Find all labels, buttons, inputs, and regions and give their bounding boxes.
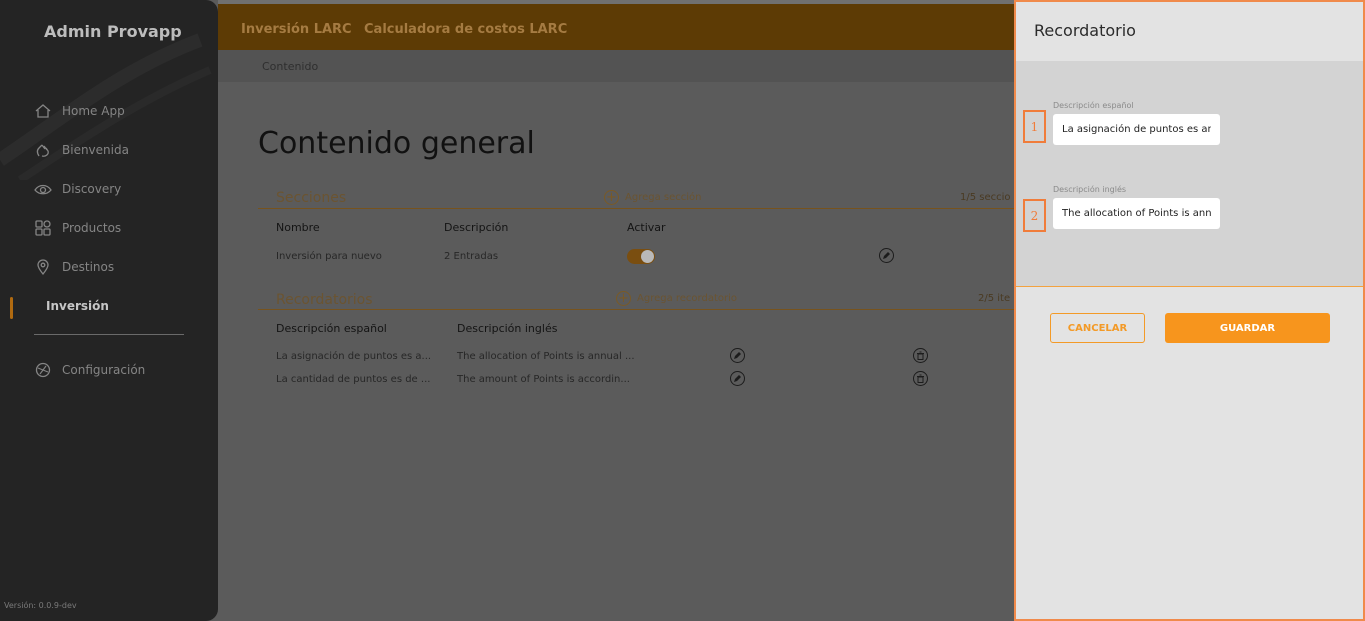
table-cell: 2 Entradas <box>444 251 499 262</box>
sidebar: Admin Provapp Home App Bienvenida Discov… <box>0 0 218 621</box>
field-label-espanol: Descripción español <box>1053 101 1134 110</box>
drawer-form: Descripción español 1 Descripción inglés… <box>1016 61 1363 287</box>
sidebar-item-label: Discovery <box>62 182 122 196</box>
sidebar-item-inversion[interactable]: Inversión <box>46 296 109 316</box>
column-header: Descripción <box>444 221 509 234</box>
field-marker: 1 <box>1023 110 1046 143</box>
page-title: Contenido general <box>258 126 535 161</box>
trash-icon[interactable] <box>913 371 928 386</box>
add-recordatorio-label: Agrega recordatorio <box>637 293 738 304</box>
home-icon <box>35 104 51 118</box>
plus-icon: + <box>604 190 619 205</box>
trash-icon[interactable] <box>913 348 928 363</box>
descripcion-ingles-input[interactable] <box>1053 198 1220 229</box>
tab-inversion-larc[interactable]: Inversión LARC <box>241 22 352 37</box>
sidebar-divider <box>34 334 184 335</box>
sidebar-item-label: Bienvenida <box>62 143 129 157</box>
edit-icon[interactable] <box>730 348 745 363</box>
sidebar-item-bienvenida[interactable]: Bienvenida <box>34 140 129 160</box>
table-cell: La asignación de puntos es a... <box>276 351 432 362</box>
location-pin-icon <box>37 259 49 276</box>
plus-icon: + <box>616 291 631 306</box>
field-marker: 2 <box>1023 199 1046 232</box>
sidebar-item-configuracion[interactable]: Configuración <box>34 360 145 380</box>
sidebar-item-label: Productos <box>62 221 122 235</box>
sidebar-item-label: Destinos <box>62 260 115 274</box>
column-header: Activar <box>627 221 666 234</box>
eye-icon <box>34 184 52 195</box>
section-divider <box>258 208 1018 209</box>
drawer-title: Recordatorio <box>1034 21 1136 40</box>
add-recordatorio-button[interactable]: + Agrega recordatorio <box>616 291 737 306</box>
cancel-button[interactable]: CANCELAR <box>1050 313 1145 343</box>
add-seccion-label: Agrega sección <box>625 192 702 203</box>
toggle-knob <box>641 250 654 263</box>
save-button[interactable]: GUARDAR <box>1165 313 1330 343</box>
field-label-ingles: Descripción inglés <box>1053 185 1127 194</box>
sidebar-item-label: Configuración <box>62 363 146 377</box>
tab-calculadora-costos[interactable]: Calculadora de costos LARC <box>364 22 567 37</box>
settings-icon <box>35 362 51 378</box>
sidebar-item-label: Home App <box>62 104 125 118</box>
edit-icon[interactable] <box>879 248 894 263</box>
table-cell: Inversión para nuevo <box>276 251 382 262</box>
section-divider <box>258 309 1018 310</box>
active-indicator <box>10 297 13 319</box>
activar-toggle[interactable] <box>627 249 655 264</box>
recordatorios-heading: Recordatorios <box>276 292 373 308</box>
edit-icon[interactable] <box>730 371 745 386</box>
column-header: Descripción español <box>276 322 387 335</box>
grid-icon <box>35 220 51 236</box>
column-header: Descripción inglés <box>457 322 558 335</box>
wave-hand-icon <box>36 144 49 157</box>
add-seccion-button[interactable]: + Agrega sección <box>604 190 701 205</box>
breadcrumb[interactable]: Contenido <box>262 60 318 73</box>
sidebar-item-discovery[interactable]: Discovery <box>34 179 121 199</box>
drawer-divider <box>1016 286 1363 287</box>
secciones-heading: Secciones <box>276 190 347 206</box>
descripcion-espanol-input[interactable] <box>1053 114 1220 145</box>
sidebar-item-destinos[interactable]: Destinos <box>34 257 114 277</box>
secciones-count: 1/5 seccio <box>960 192 1011 203</box>
version-text: Versión: 0.0.9-dev <box>4 601 77 610</box>
sidebar-item-label: Inversión <box>46 299 109 313</box>
table-cell: The amount of Points is accordin... <box>457 374 630 385</box>
breadcrumb-bar: Contenido <box>218 50 1018 82</box>
recordatorios-count: 2/5 ite <box>978 293 1011 304</box>
column-header: Nombre <box>276 221 320 234</box>
table-cell: La cantidad de puntos es de ... <box>276 374 431 385</box>
sidebar-item-productos[interactable]: Productos <box>34 218 121 238</box>
sidebar-item-home-app[interactable]: Home App <box>34 101 125 121</box>
app-title: Admin Provapp <box>44 22 182 41</box>
recordatorio-drawer: Recordatorio Descripción español 1 Descr… <box>1014 0 1365 621</box>
table-cell: The allocation of Points is annual ... <box>457 351 635 362</box>
